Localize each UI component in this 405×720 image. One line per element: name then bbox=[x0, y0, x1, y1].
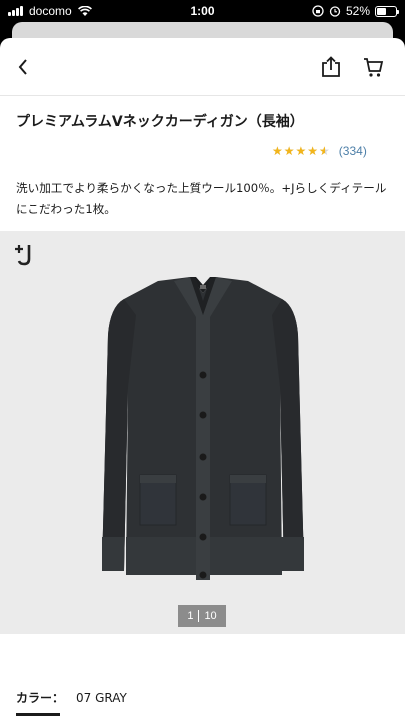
orientation-lock-icon bbox=[312, 5, 324, 17]
cart-icon bbox=[364, 58, 384, 77]
cardigan-image[interactable] bbox=[96, 275, 310, 591]
star-icon: ★★★★★ ★★★★★ bbox=[272, 144, 331, 158]
top-navigation bbox=[0, 38, 405, 96]
brand-logo-plus-j bbox=[15, 245, 31, 266]
product-rating[interactable]: ★★★★★ ★★★★★ (334) bbox=[272, 144, 367, 158]
pager-total: 10 bbox=[204, 610, 217, 622]
color-value: 07 GRAY bbox=[76, 690, 127, 705]
alarm-icon bbox=[329, 6, 341, 17]
product-image-gallery[interactable]: 1 10 bbox=[0, 231, 405, 634]
status-bar: docomo 1:00 52% bbox=[0, 0, 405, 22]
share-icon bbox=[322, 56, 340, 77]
battery-percent: 52% bbox=[345, 4, 370, 18]
review-count-link[interactable]: (334) bbox=[339, 144, 367, 158]
color-label-underline bbox=[16, 713, 60, 716]
color-selector[interactable]: カラー： 07 GRAY bbox=[16, 689, 127, 706]
product-title: プレミアムラムVネックカーディガン（長袖） bbox=[16, 114, 304, 130]
color-label: カラー： bbox=[16, 691, 65, 705]
share-button[interactable] bbox=[318, 54, 344, 80]
status-right: 52% bbox=[312, 4, 399, 18]
product-sheet: プレミアムラムVネックカーディガン（長袖） ★★★★★ ★★★★★ (334) … bbox=[0, 38, 405, 720]
back-button[interactable] bbox=[10, 54, 36, 80]
pager-divider bbox=[198, 610, 200, 622]
cart-button[interactable] bbox=[360, 54, 386, 80]
battery-icon bbox=[375, 5, 399, 17]
gallery-pager: 1 10 bbox=[178, 605, 226, 627]
chevron-left-icon bbox=[18, 59, 27, 75]
pager-current: 1 bbox=[187, 610, 194, 622]
product-description: 洗い加工でより柔らかくなった上質ウール100％。+Jらしくディテールにこだわった… bbox=[16, 181, 387, 216]
